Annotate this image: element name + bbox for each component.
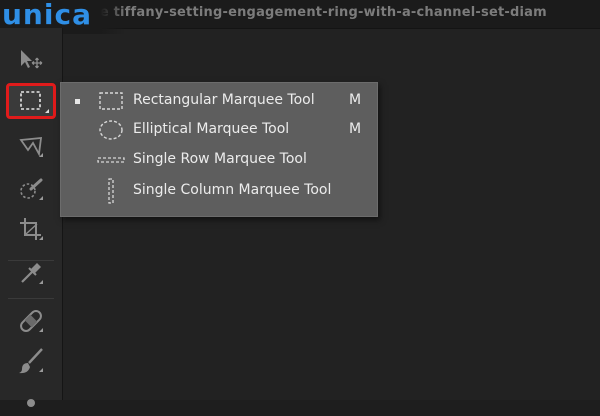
menu-item-label: Rectangular Marquee Tool	[133, 92, 315, 108]
rect-marquee-icon	[18, 90, 44, 112]
rect-marquee-icon	[95, 90, 127, 112]
menu-item-single-row-marquee[interactable]: Single Row Marquee Tool	[61, 146, 377, 174]
single-column-marquee-icon	[95, 178, 127, 204]
logo-text: unica	[2, 0, 92, 31]
menu-item-elliptical-marquee[interactable]: Elliptical Marquee Tool M	[61, 116, 377, 144]
marquee-tools-flyout-menu: Rectangular Marquee Tool M Elliptical Ma…	[60, 82, 378, 217]
tool-group-indicator	[45, 109, 49, 113]
tool-group-indicator	[39, 280, 43, 284]
menu-item-shortcut: M	[349, 92, 362, 108]
tools-panel	[0, 28, 63, 407]
tool-group-indicator	[39, 328, 43, 332]
move-icon	[17, 48, 45, 70]
menu-item-rectangular-marquee[interactable]: Rectangular Marquee Tool M	[61, 87, 377, 115]
active-tool-bullet-icon	[75, 99, 80, 104]
stamp-icon	[17, 391, 45, 411]
move-tool[interactable]	[14, 44, 48, 74]
menu-item-label: Single Row Marquee Tool	[133, 151, 307, 167]
lasso-tool[interactable]	[14, 131, 48, 161]
toolbar-divider	[8, 298, 54, 299]
healing-brush-tool[interactable]	[14, 306, 48, 336]
document-tab-title[interactable]: the tiffany-setting-engagement-ring-with…	[84, 5, 547, 20]
tool-group-indicator	[39, 368, 43, 372]
brush-tool[interactable]	[14, 346, 48, 376]
quick-selection-tool[interactable]	[14, 174, 48, 204]
menu-item-label: Elliptical Marquee Tool	[133, 121, 290, 137]
menu-item-shortcut: M	[349, 121, 362, 137]
menu-item-label: Single Column Marquee Tool	[133, 182, 332, 198]
tool-group-indicator	[39, 236, 43, 240]
single-row-marquee-icon	[95, 149, 127, 171]
tool-group-indicator	[39, 153, 43, 157]
marquee-tool[interactable]	[6, 83, 56, 119]
crop-tool[interactable]	[14, 214, 48, 244]
tool-group-indicator	[39, 196, 43, 200]
ellipse-marquee-icon	[95, 119, 127, 141]
eyedropper-tool[interactable]	[14, 258, 48, 288]
clone-stamp-tool[interactable]	[14, 386, 48, 416]
menu-item-single-column-marquee[interactable]: Single Column Marquee Tool	[61, 177, 377, 205]
